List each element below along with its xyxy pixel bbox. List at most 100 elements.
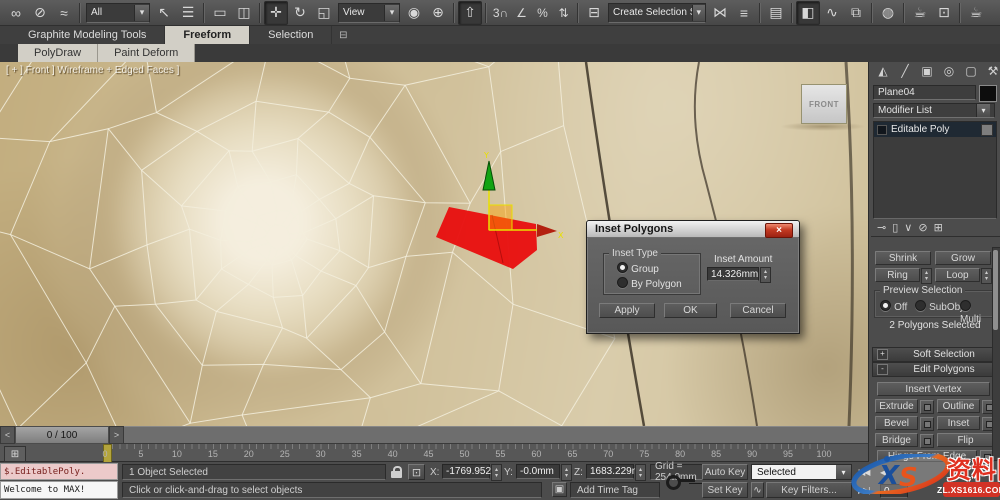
soft-selection-rollout[interactable]: + Soft Selection: [872, 347, 1000, 362]
group-radio[interactable]: Group: [617, 262, 659, 275]
graphite-ribbon-toggle-icon[interactable]: ◧: [796, 0, 820, 25]
snaps-toggle-icon[interactable]: 3∩: [490, 1, 511, 25]
x-spinner[interactable]: ▴ ▾: [491, 464, 502, 481]
ring-button[interactable]: Ring: [875, 268, 920, 282]
z-coord-field[interactable]: 1683.229m: [586, 464, 640, 479]
preview-off-radio[interactable]: Off: [880, 300, 907, 313]
dialog-close-button[interactable]: ×: [765, 223, 793, 238]
expand-icon[interactable]: +: [877, 349, 888, 360]
remove-modifier-icon[interactable]: ⊘: [918, 221, 927, 234]
x-coord-field[interactable]: -1769.952: [442, 464, 491, 479]
default-tangent-icon[interactable]: ∿: [751, 482, 764, 498]
chevron-down-icon[interactable]: ▾: [134, 4, 149, 21]
grow-button[interactable]: Grow: [935, 251, 991, 265]
ok-button[interactable]: OK: [664, 303, 717, 318]
by-polygon-radio[interactable]: By Polygon: [617, 277, 682, 290]
y-coord-field[interactable]: -0.0mm: [516, 464, 560, 479]
track-bar[interactable]: ⊞ 0 5 10 15 20 25 30 35 40 45 50 55 60 65 70 75 80 85 90 95…: [0, 444, 868, 463]
ring-spinner[interactable]: ▴ ▾: [921, 268, 932, 284]
shrink-button[interactable]: Shrink: [875, 251, 931, 265]
outline-button[interactable]: Outline: [937, 399, 980, 413]
mirror-icon[interactable]: ⋈: [708, 1, 732, 25]
show-end-result-icon[interactable]: ▯: [892, 221, 898, 234]
preview-subobj-radio[interactable]: SubObj: [915, 300, 962, 313]
object-name-field[interactable]: Plane04: [873, 85, 976, 100]
select-and-move-icon[interactable]: ✛: [264, 0, 288, 25]
edit-named-sets-icon[interactable]: ⊟: [582, 1, 606, 25]
insert-vertex-button[interactable]: Insert Vertex: [877, 382, 990, 396]
ribbon-minimize-button[interactable]: ⊟: [332, 26, 354, 44]
maxscript-listener-line1[interactable]: $.EditablePoly.: [0, 463, 118, 480]
cancel-button[interactable]: Cancel: [730, 303, 786, 318]
select-by-name-icon[interactable]: ☰: [176, 1, 200, 25]
make-unique-icon[interactable]: ∨: [904, 221, 912, 234]
pin-stack-icon[interactable]: ⊸: [877, 221, 886, 234]
set-keys-icon[interactable]: [666, 474, 696, 490]
viewcube[interactable]: FRONT: [801, 84, 847, 124]
select-and-scale-icon[interactable]: ◱: [312, 1, 336, 25]
spin-down-icon[interactable]: ▾: [985, 276, 988, 282]
schematic-view-icon[interactable]: ⧉: [844, 1, 868, 25]
visibility-bulb-icon[interactable]: [981, 123, 993, 136]
select-and-link-icon[interactable]: ∞: [4, 1, 28, 25]
gizmo-x-arrowhead[interactable]: [537, 224, 557, 237]
selection-lock-icon[interactable]: [391, 466, 402, 478]
utilities-tab-icon[interactable]: ⚒: [985, 64, 1000, 82]
bevel-button[interactable]: Bevel: [875, 416, 918, 430]
tab-polydraw[interactable]: PolyDraw: [18, 44, 99, 62]
object-color-swatch[interactable]: [979, 85, 997, 102]
inset-amount-spinner[interactable]: ▴ ▾: [760, 267, 771, 283]
selection-filter-dropdown[interactable]: All ▾: [86, 2, 150, 23]
layer-manager-icon[interactable]: ▤: [764, 1, 788, 25]
extrude-settings-button[interactable]: [920, 400, 934, 414]
rendered-frame-icon[interactable]: ⊡: [932, 1, 956, 25]
align-icon[interactable]: ≡: [732, 1, 756, 25]
select-and-manipulate-icon[interactable]: ⊕: [426, 1, 450, 25]
isolate-toggle-icon[interactable]: ▣: [552, 482, 567, 497]
chevron-down-icon[interactable]: ▾: [976, 104, 990, 117]
tab-graphite-modeling-tools[interactable]: Graphite Modeling Tools: [0, 26, 166, 44]
spinner-snap-icon[interactable]: ⇅: [553, 1, 574, 25]
render-setup-icon[interactable]: ☕: [908, 1, 932, 25]
auto-key-button[interactable]: Auto Key: [702, 464, 748, 480]
named-selection-set-dropdown[interactable]: Create Selection Se ▾: [608, 2, 706, 23]
chevron-down-icon[interactable]: ▾: [691, 4, 705, 21]
unlink-selection-icon[interactable]: ⊘: [28, 1, 52, 25]
apply-button[interactable]: Apply: [599, 303, 655, 318]
mini-curve-editor-icon[interactable]: ⊞: [4, 446, 26, 462]
time-slider-next-button[interactable]: >: [109, 426, 124, 444]
reference-coordinate-dropdown[interactable]: View ▾: [338, 2, 400, 23]
panel-scrollbar[interactable]: [992, 247, 1000, 461]
loop-spinner[interactable]: ▴ ▾: [981, 268, 992, 284]
edit-polygons-rollout[interactable]: - Edit Polygons: [872, 362, 1000, 377]
motion-tab-icon[interactable]: ◎: [941, 64, 957, 82]
stack-item-editable-poly[interactable]: Editable Poly: [874, 122, 996, 137]
tab-paint-deform[interactable]: Paint Deform: [98, 44, 196, 62]
material-editor-icon[interactable]: ◍: [876, 1, 900, 25]
scrollbar-thumb[interactable]: [993, 250, 998, 330]
rect-selection-region-icon[interactable]: ▭: [208, 1, 232, 25]
percent-snap-icon[interactable]: %: [532, 1, 553, 25]
configure-modifier-sets-icon[interactable]: ⊞: [934, 221, 943, 234]
angle-snap-icon[interactable]: ∠: [511, 1, 532, 25]
create-tab-icon[interactable]: ◭: [875, 64, 891, 82]
gizmo-y-arrowhead[interactable]: [482, 160, 496, 191]
selection-set-keying-dropdown[interactable]: Selected ▾: [751, 464, 852, 480]
viewport-label[interactable]: [ + ] Front ] Wireframe + Edged Faces ]: [6, 65, 179, 76]
loop-button[interactable]: Loop: [935, 268, 980, 282]
bind-to-space-warp-icon[interactable]: ≈: [52, 1, 76, 25]
inset-button[interactable]: Inset: [937, 416, 980, 430]
hierarchy-tab-icon[interactable]: ▣: [919, 64, 935, 82]
tab-freeform[interactable]: Freeform: [165, 26, 251, 44]
display-tab-icon[interactable]: ▢: [963, 64, 979, 82]
use-pivot-center-icon[interactable]: ◉: [402, 1, 426, 25]
time-slider-prev-button[interactable]: <: [0, 426, 15, 444]
key-filters-button[interactable]: Key Filters...: [766, 482, 852, 498]
select-and-rotate-icon[interactable]: ↻: [288, 1, 312, 25]
add-time-tag[interactable]: Add Time Tag: [570, 482, 660, 498]
modify-tab-icon[interactable]: ╱: [897, 64, 913, 82]
abs-offset-toggle-icon[interactable]: ⊡: [408, 464, 425, 480]
curve-editor-icon[interactable]: ∿: [820, 1, 844, 25]
set-key-button[interactable]: Set Key: [702, 482, 748, 498]
spin-down-icon[interactable]: ▾: [925, 276, 928, 282]
